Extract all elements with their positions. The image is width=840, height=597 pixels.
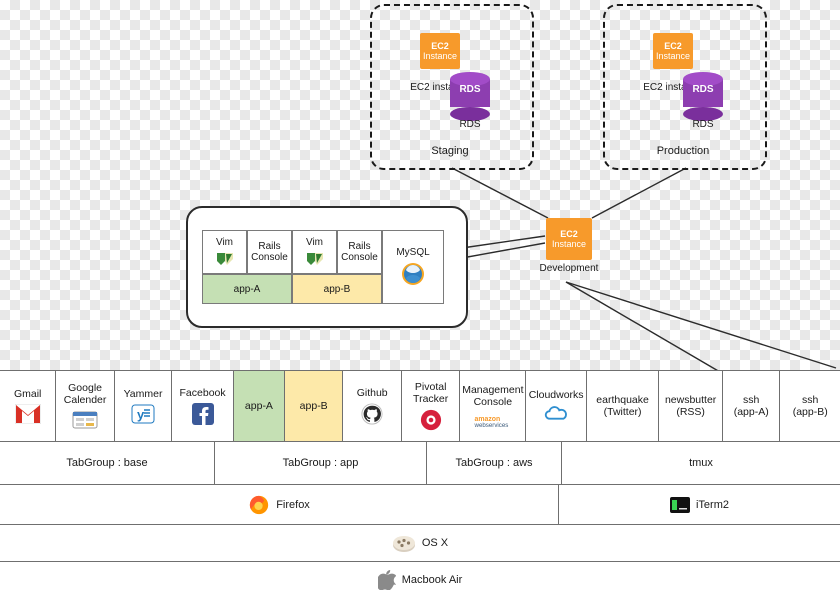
vim-icon	[216, 253, 233, 265]
terminal-label: iTerm2	[695, 498, 729, 511]
rds-icon-production: RDS	[683, 72, 723, 121]
ec2-subtitle: Instance	[422, 51, 458, 61]
rds-caption-staging: RDS	[459, 119, 481, 130]
terminal-label: Firefox	[276, 498, 310, 511]
app-cell-label: Cloudworks	[528, 389, 584, 401]
dev-cell-label: Rails Console	[251, 241, 288, 263]
dev-cell-mysql: MySQL	[382, 230, 444, 304]
dev-cell-label: app-B	[323, 283, 351, 295]
tabgroup-label: tmux	[689, 457, 713, 469]
dev-cell-label: Vim	[215, 237, 234, 248]
iterm-icon	[669, 496, 690, 513]
github-icon	[361, 403, 383, 425]
app-cell-label: Gmail	[13, 388, 42, 400]
dev-cell-vim-b: Vim	[292, 230, 337, 274]
app-cell-label: ssh (app-A)	[733, 394, 769, 418]
app-cell-cloudworks[interactable]: Cloudworks	[526, 371, 587, 441]
app-cell-github[interactable]: Github	[343, 371, 402, 441]
os-row: OS X	[0, 524, 840, 561]
environment-staging-label: Staging	[431, 145, 469, 157]
app-cell-pivotal-tracker[interactable]: Pivotal Tracker	[401, 371, 461, 441]
app-cell-ssh-app-b[interactable]: ssh (app-B)	[780, 371, 840, 441]
aws-icon: amazonwebservices	[473, 416, 508, 428]
dev-cell-label: Vim	[305, 237, 324, 248]
tabgroup-cell-0[interactable]: TabGroup : base	[0, 441, 215, 484]
tabgroup-label: TabGroup : base	[66, 457, 148, 469]
app-cell-label: ssh (app-B)	[792, 394, 828, 418]
app-cell-label: Google Calender	[63, 382, 107, 406]
rds-icon-staging: RDS	[450, 72, 490, 121]
yammer-icon: y	[131, 404, 155, 424]
app-cell-yammer[interactable]: Yammer y	[114, 371, 173, 441]
app-cell-label: Github	[356, 387, 388, 399]
app-cell-app-a[interactable]: app-A	[233, 371, 285, 441]
gmail-icon	[14, 404, 41, 424]
app-cell-earthquake-twitter[interactable]: earthquake (Twitter)	[586, 371, 660, 441]
apple-icon	[377, 569, 396, 590]
app-cell-ssh-app-a[interactable]: ssh (app-A)	[723, 371, 781, 441]
tabgroup-cell-2[interactable]: TabGroup : aws	[427, 441, 562, 484]
app-cell-management-console[interactable]: Management Console amazon webservices	[460, 371, 527, 441]
dev-cell-rails-console-b: Rails Console	[337, 230, 382, 274]
terminal-row-firefox[interactable]: Firefox	[0, 484, 559, 524]
ec2-title: EC2	[431, 41, 449, 51]
ec2-subtitle: Instance	[551, 239, 587, 249]
hardware-label: Macbook Air	[401, 573, 463, 586]
terminal-row-iterm2[interactable]: iTerm2	[559, 484, 840, 524]
ec2-title: EC2	[560, 229, 578, 239]
hardware-row: Macbook Air	[0, 561, 840, 597]
tabgroup-cell-3[interactable]: tmux	[562, 441, 840, 484]
app-cell-label: app-A	[244, 400, 273, 412]
tabgroup-label: TabGroup : aws	[455, 457, 533, 469]
os-label: OS X	[421, 537, 449, 549]
pivotal-icon	[420, 409, 441, 431]
dev-cell-app-a: app-A	[202, 274, 292, 304]
rds-caption-production: RDS	[692, 119, 714, 130]
environment-production-label: Production	[656, 145, 710, 157]
app-cell-gmail[interactable]: Gmail	[0, 371, 57, 441]
ec2-subtitle: Instance	[655, 51, 691, 61]
app-cell-facebook[interactable]: Facebook	[172, 371, 234, 441]
ec2-icon-staging: EC2 Instance	[420, 33, 460, 69]
app-cell-google-calender[interactable]: Google Calender	[56, 371, 115, 441]
svg-text:y: y	[137, 407, 145, 422]
dev-cell-label: Rails Console	[341, 241, 378, 263]
tabgroup-cell-1[interactable]: TabGroup : app	[215, 441, 427, 484]
firefox-icon	[250, 495, 269, 514]
cloudworks-icon	[544, 406, 568, 420]
facebook-icon	[191, 403, 214, 425]
osx-icon	[392, 536, 415, 552]
ec2-icon-development: EC2 Instance	[546, 218, 592, 260]
app-cell-app-b[interactable]: app-B	[284, 371, 344, 441]
dev-cell-app-b: app-B	[292, 274, 382, 304]
app-cell-label: Pivotal Tracker	[413, 381, 449, 405]
dev-cell-label: MySQL	[396, 247, 430, 258]
dev-cell-vim-a: Vim	[202, 230, 247, 274]
ec2-icon-production: EC2 Instance	[653, 33, 693, 69]
svg-text:webservices: webservices	[473, 422, 508, 428]
vim-icon	[306, 253, 323, 265]
app-cell-label: earthquake (Twitter)	[596, 394, 649, 418]
mysql-icon	[402, 263, 424, 285]
development-caption: Development	[539, 263, 599, 274]
calendar-icon	[72, 411, 98, 429]
rds-title: RDS	[459, 84, 481, 95]
dev-cell-rails-console-a: Rails Console	[247, 230, 292, 274]
rds-title: RDS	[692, 84, 714, 95]
ec2-title: EC2	[664, 41, 682, 51]
dev-cell-label: app-A	[233, 283, 261, 295]
app-cell-label: newsbutter (RSS)	[664, 394, 717, 418]
app-cell-label: Management Console	[462, 384, 524, 408]
app-cell-label: Facebook	[179, 387, 226, 399]
tabgroup-label: TabGroup : app	[282, 457, 359, 469]
app-cell-label: Yammer	[123, 388, 163, 400]
app-cell-label: app-B	[299, 400, 328, 412]
app-cell-newsbutter-rss[interactable]: newsbutter (RSS)	[659, 371, 724, 441]
